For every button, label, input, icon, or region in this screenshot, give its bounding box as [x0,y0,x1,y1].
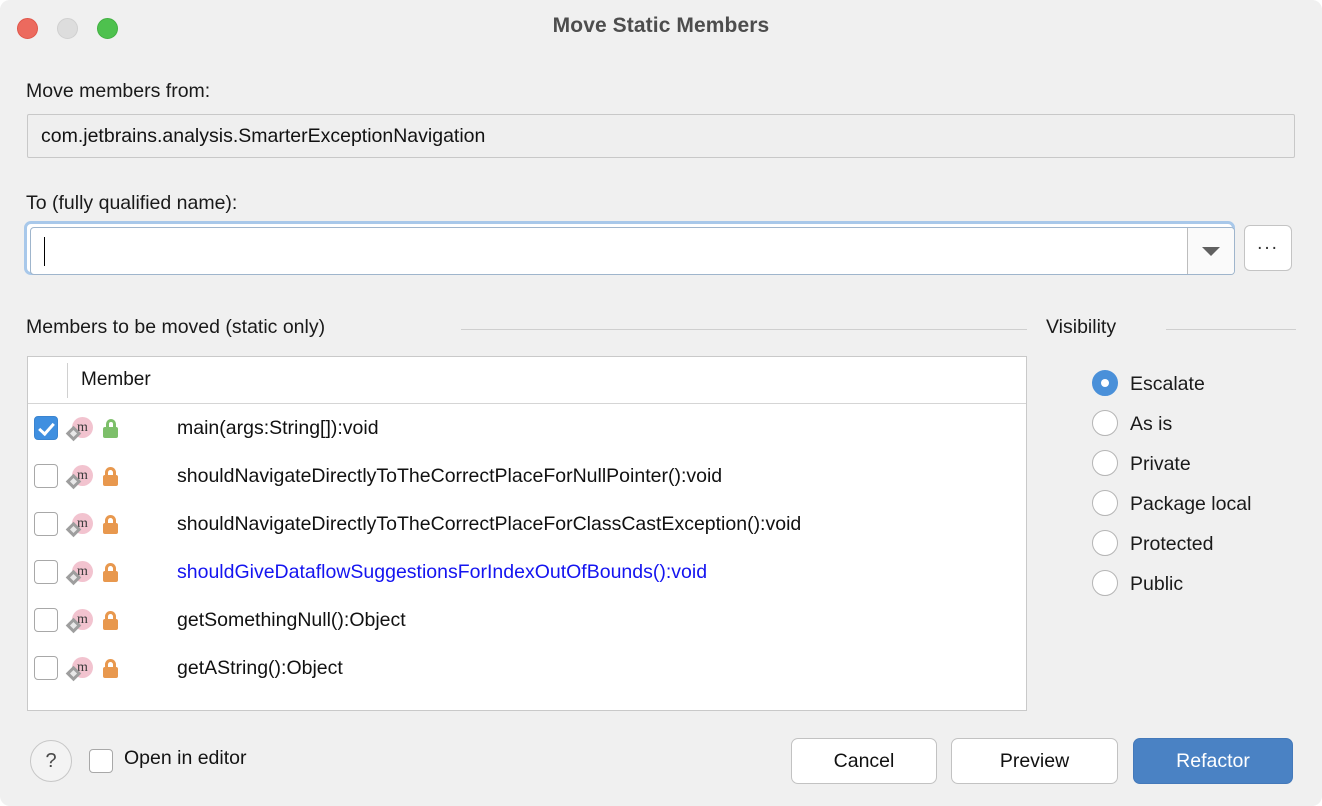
target-class-combobox-inner [30,227,1235,275]
row-checkbox[interactable] [34,560,58,584]
member-name: main(args:String[]):void [177,417,379,439]
member-name: getAString():Object [177,657,343,679]
row-checkbox[interactable] [34,416,58,440]
radio-button[interactable] [1092,570,1118,596]
unlock-icon [102,418,120,438]
radio-label: Package local [1130,493,1252,515]
source-class-label: Move members from: [26,80,211,102]
radio-button[interactable] [1092,490,1118,516]
table-row[interactable]: m shouldGiveDataflowSuggestionsForIndexOu… [28,548,1026,596]
dialog-title: Move Static Members [552,14,770,37]
radio-button[interactable] [1092,410,1118,436]
row-checkbox[interactable] [34,464,58,488]
table-row[interactable]: m shouldNavigateDirectlyToTheCorrectPlace… [28,500,1026,548]
members-section-divider [461,329,1027,330]
radio-label: As is [1130,413,1173,435]
title-bar: Move Static Members [0,0,1322,56]
preview-button[interactable]: Preview [951,738,1118,784]
target-class-label: To (fully qualified name): [26,192,238,214]
visibility-section-divider [1166,329,1296,330]
text-cursor [44,237,45,266]
cancel-button[interactable]: Cancel [791,738,937,784]
lock-icon [102,514,120,534]
chevron-down-icon [1202,247,1220,256]
target-class-dropdown-button[interactable] [1187,228,1234,274]
radio-label: Escalate [1130,373,1205,395]
open-in-editor-checkbox[interactable] [89,749,113,773]
help-button[interactable]: ? [30,740,72,782]
method-icon: m [65,415,94,442]
method-icon: m [65,463,94,490]
open-in-editor-label: Open in editor [124,747,247,769]
target-class-combobox[interactable] [24,221,1235,275]
table-row[interactable]: m main(args:String[]):void [28,404,1026,452]
row-checkbox[interactable] [34,608,58,632]
table-row[interactable]: m getSomethingNull():Object [28,596,1026,644]
source-class-field: com.jetbrains.analysis.SmarterExceptionN… [27,114,1295,158]
lock-icon [102,562,120,582]
member-name: getSomethingNull():Object [177,609,406,631]
visibility-section-title: Visibility [1046,316,1117,338]
members-section-title: Members to be moved (static only) [26,316,326,338]
method-icon: m [65,655,94,682]
target-class-input[interactable] [31,228,44,274]
refactor-button[interactable]: Refactor [1133,738,1293,784]
radio-button[interactable] [1092,530,1118,556]
lock-icon [102,610,120,630]
header-column-divider [67,363,68,398]
member-name: shouldGiveDataflowSuggestionsForIndexOut… [177,561,708,583]
move-static-members-dialog: Move Static Members Move members from: c… [0,0,1322,806]
column-header-member: Member [81,369,151,390]
radio-button[interactable] [1092,370,1118,396]
radio-label: Public [1130,573,1184,595]
radio-label: Private [1130,453,1191,475]
row-checkbox[interactable] [34,512,58,536]
radio-label: Protected [1130,533,1214,555]
members-table: Member m main(args:String[]):void m shouldN… [27,356,1027,711]
table-row[interactable]: m shouldNavigateDirectlyToTheCorrectPlace… [28,452,1026,500]
members-table-header: Member [28,357,1026,404]
member-name: shouldNavigateDirectlyToTheCorrectPlaceF… [177,513,802,535]
member-name: shouldNavigateDirectlyToTheCorrectPlaceF… [177,465,723,487]
table-row[interactable]: m getAString():Object [28,644,1026,692]
row-checkbox[interactable] [34,656,58,680]
lock-icon [102,466,120,486]
method-icon: m [65,511,94,538]
lock-icon [102,658,120,678]
browse-class-button[interactable]: ... [1244,225,1292,271]
method-icon: m [65,607,94,634]
radio-button[interactable] [1092,450,1118,476]
method-icon: m [65,559,94,586]
members-table-body: m main(args:String[]):void m shouldNavigate… [28,404,1026,692]
